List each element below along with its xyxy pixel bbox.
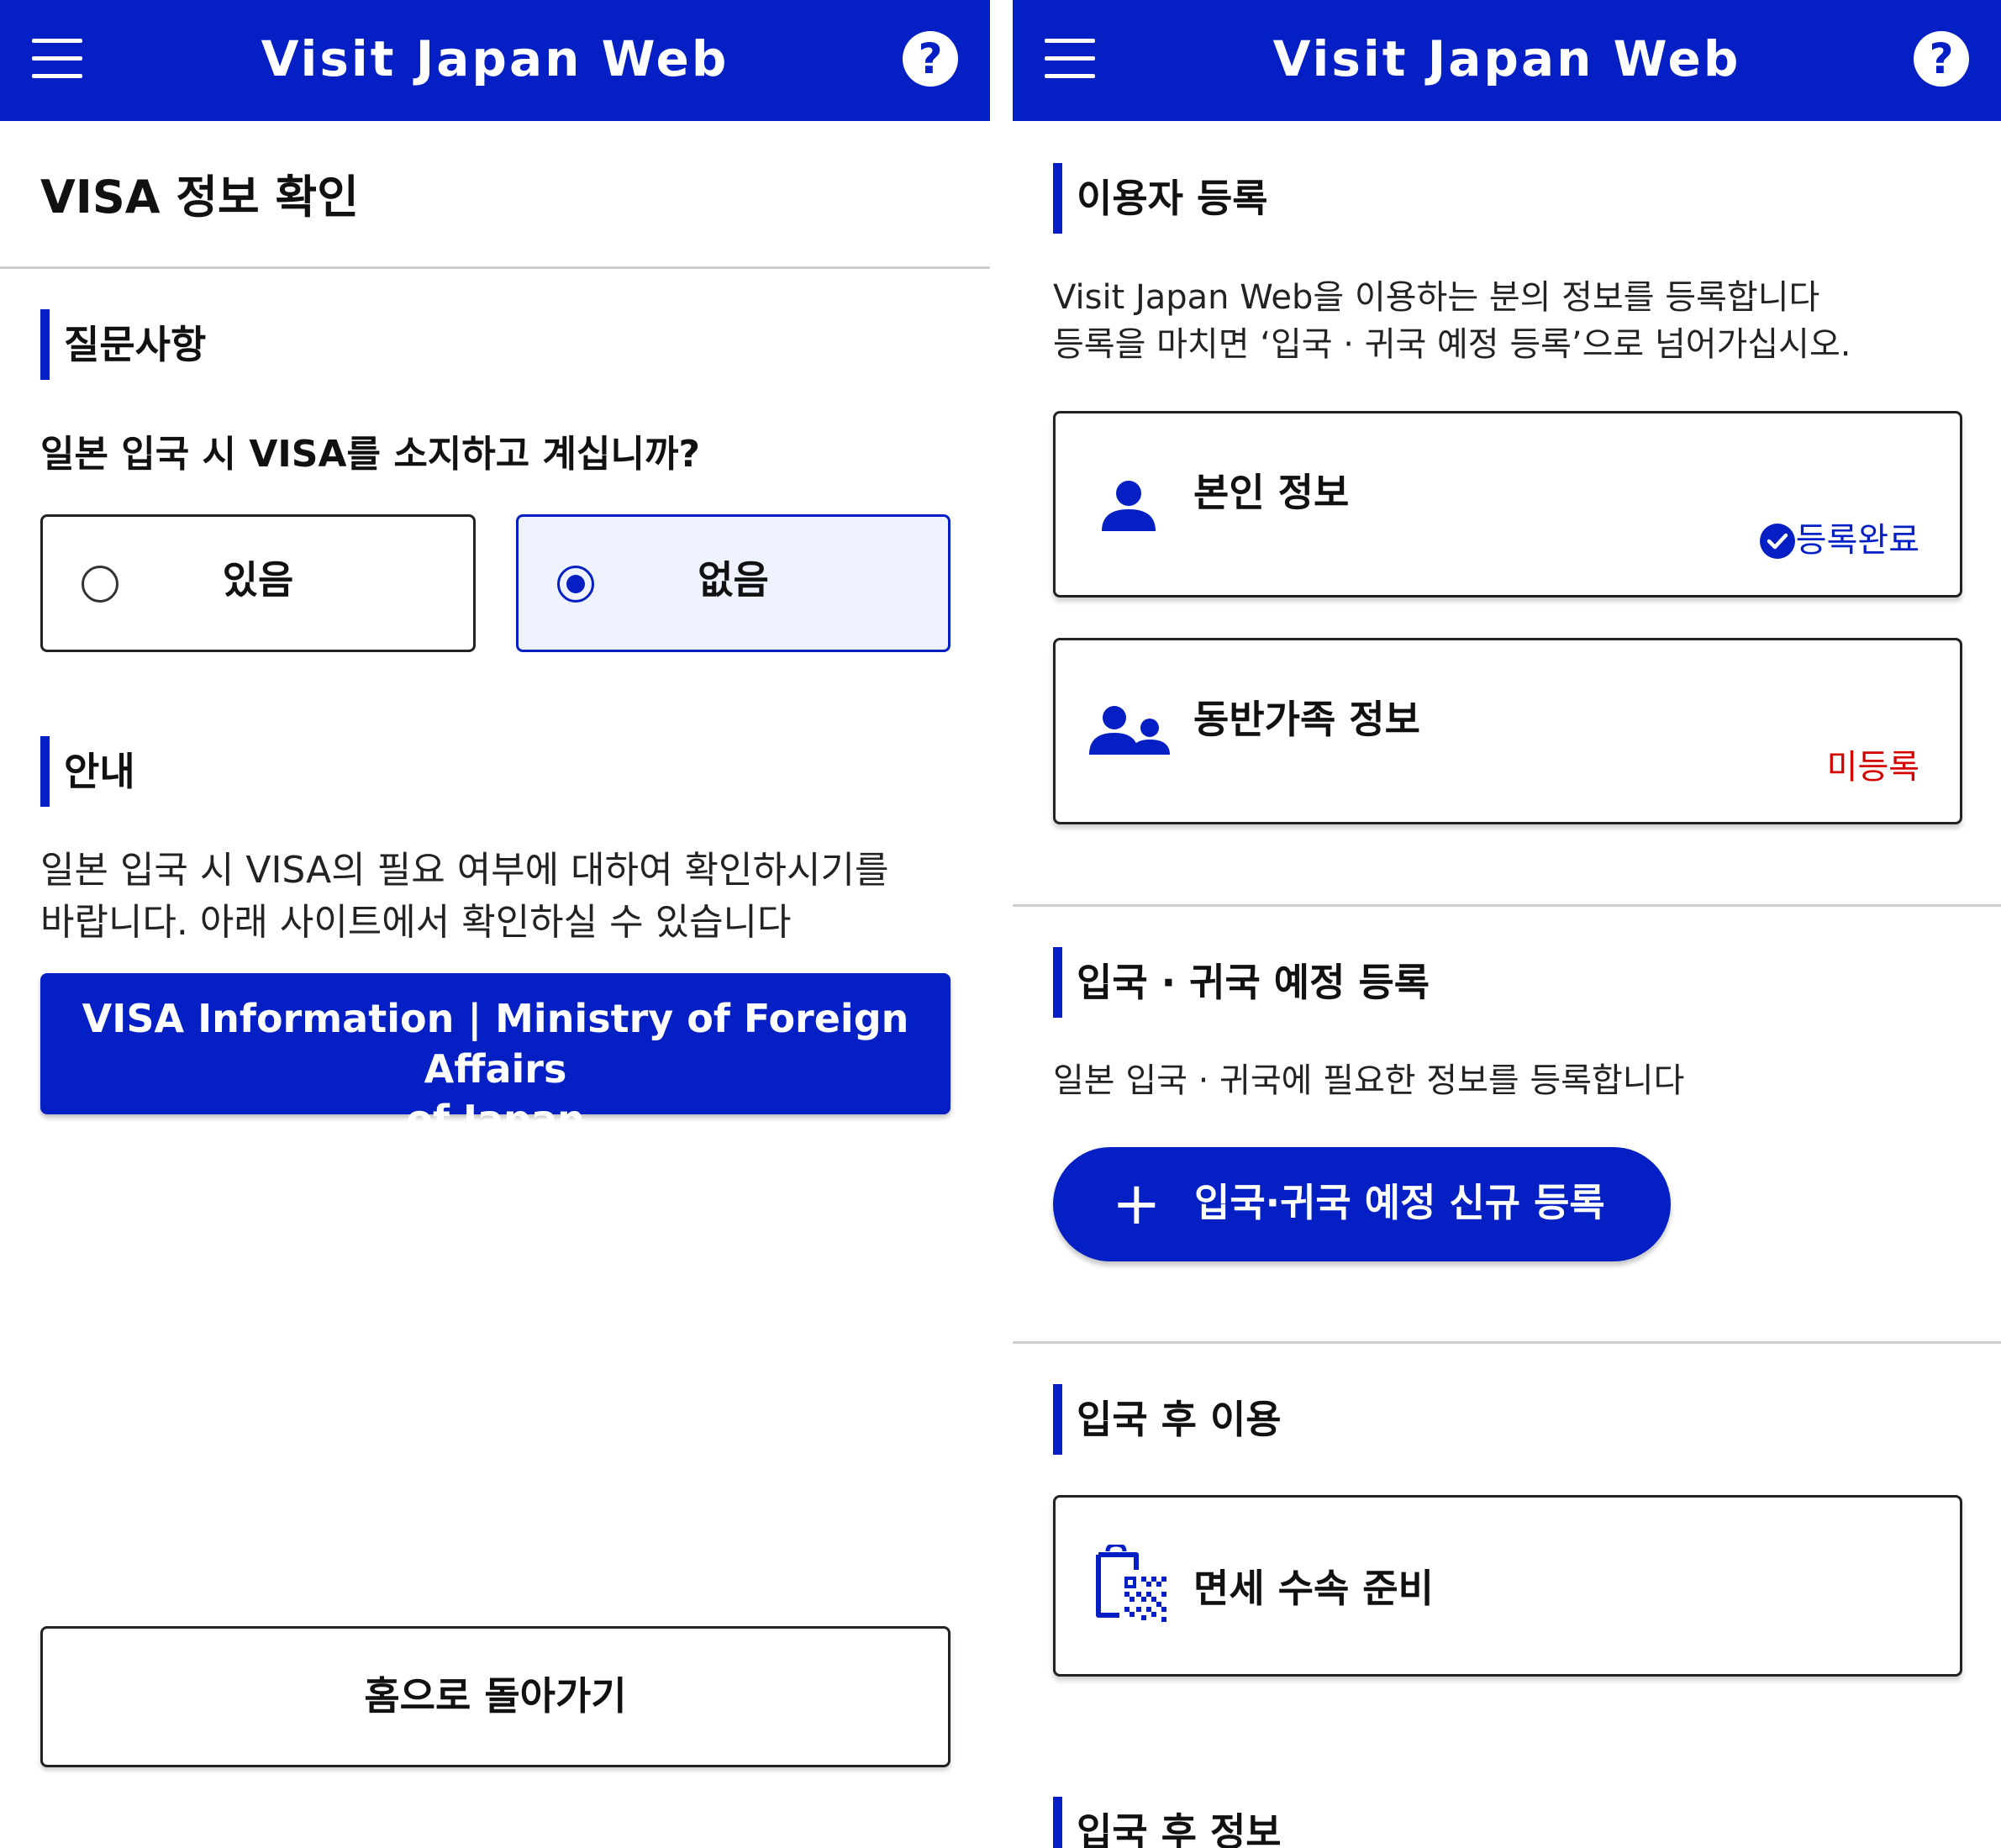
- plus-icon: +: [1112, 1169, 1161, 1238]
- card-family-info[interactable]: 동반가족 정보 미등록: [1053, 638, 1962, 824]
- guide-text: 일본 입국 시 VISA의 필요 여부에 대하여 확인하시기를 바랍니다. 아래…: [40, 845, 965, 949]
- check-circle-icon: [1759, 524, 1795, 559]
- card-title-tax-free: 면세 수속 준비: [1193, 1566, 1434, 1611]
- user-desc-line-2: 등록을 마치면 ‘입국 · 귀국 예정 등록’으로 넘어가십시오.: [1053, 325, 1851, 364]
- app-header: Visit Japan Web ?: [0, 0, 990, 121]
- new-entry-registration-button[interactable]: + 입국·귀국 예정 신규 등록: [1053, 1147, 1671, 1261]
- new-entry-registration-label: 입국·귀국 예정 신규 등록: [1194, 1180, 1605, 1225]
- radio-label-no: 없음: [698, 557, 769, 603]
- radio-option-yes[interactable]: 있음: [40, 514, 476, 652]
- visa-information-link-button[interactable]: VISA Information | Ministry of Foreign A…: [40, 973, 950, 1142]
- user-registration-description: Visit Japan Web을 이용하는 분의 정보를 등록합니다 등록을 마…: [1053, 274, 1851, 368]
- section-heading-question: 질문사항: [40, 309, 206, 380]
- card-title-personal-info: 본인 정보: [1193, 470, 1350, 515]
- radio-option-no[interactable]: 없음: [516, 514, 950, 652]
- card-tax-free[interactable]: 면세 수속 준비: [1053, 1495, 1962, 1677]
- guide-line-2: 바랍니다. 아래 사이트에서 확인하실 수 있습니다: [40, 901, 792, 944]
- help-icon[interactable]: ?: [903, 31, 958, 87]
- divider: [1013, 904, 2001, 907]
- person-icon: [1102, 481, 1156, 531]
- question-text: 일본 입국 시 VISA를 소지하고 계십니까?: [40, 433, 701, 476]
- status-registered: 등록완료: [1759, 513, 1919, 561]
- visa-link-line-2: of Japan: [406, 1097, 585, 1142]
- app-title: Visit Japan Web: [1272, 30, 1741, 87]
- back-to-home-button[interactable]: 홈으로 돌아가기: [40, 1626, 950, 1767]
- entry-registration-description: 일본 입국 · 귀국에 필요한 정보를 등록합니다: [1053, 1061, 1685, 1100]
- home-screen: Visit Japan Web ? 이용자 등록 Visit Japan Web…: [1013, 0, 2001, 1848]
- card-title-family-info: 동반가족 정보: [1193, 697, 1420, 742]
- section-heading-after-entry-info: 입국 후 정보: [1053, 1797, 1282, 1848]
- tax-free-bag-icon: [1096, 1545, 1166, 1622]
- section-heading-after-entry: 입국 후 이용: [1053, 1384, 1282, 1455]
- visa-check-screen: Visit Japan Web ? VISA 정보 확인 질문사항 일본 입국 …: [0, 0, 990, 1848]
- help-icon[interactable]: ?: [1914, 31, 1969, 87]
- radio-label-yes: 있음: [222, 557, 294, 603]
- visa-link-line-1: VISA Information | Ministry of Foreign A…: [82, 996, 909, 1092]
- card-personal-info[interactable]: 본인 정보 등록완료: [1053, 411, 1962, 598]
- section-heading-entry-registration: 입국 · 귀국 예정 등록: [1053, 947, 1430, 1018]
- section-heading-user-registration: 이용자 등록: [1053, 163, 1268, 234]
- divider: [1013, 1341, 2001, 1344]
- guide-line-1: 일본 입국 시 VISA의 필요 여부에 대하여 확인하시기를: [40, 849, 889, 892]
- status-registered-label: 등록완료: [1795, 521, 1919, 560]
- status-unregistered: 미등록: [1826, 748, 1919, 787]
- section-heading-guide: 안내: [40, 736, 135, 807]
- divider: [0, 266, 990, 269]
- family-icon: [1089, 706, 1170, 755]
- app-title: Visit Japan Web: [261, 30, 729, 87]
- screen-gap: [990, 0, 1013, 1848]
- page-title: VISA 정보 확인: [40, 171, 359, 224]
- user-desc-line-1: Visit Japan Web을 이용하는 분의 정보를 등록합니다: [1053, 278, 1820, 317]
- app-header: Visit Japan Web ?: [1013, 0, 2001, 121]
